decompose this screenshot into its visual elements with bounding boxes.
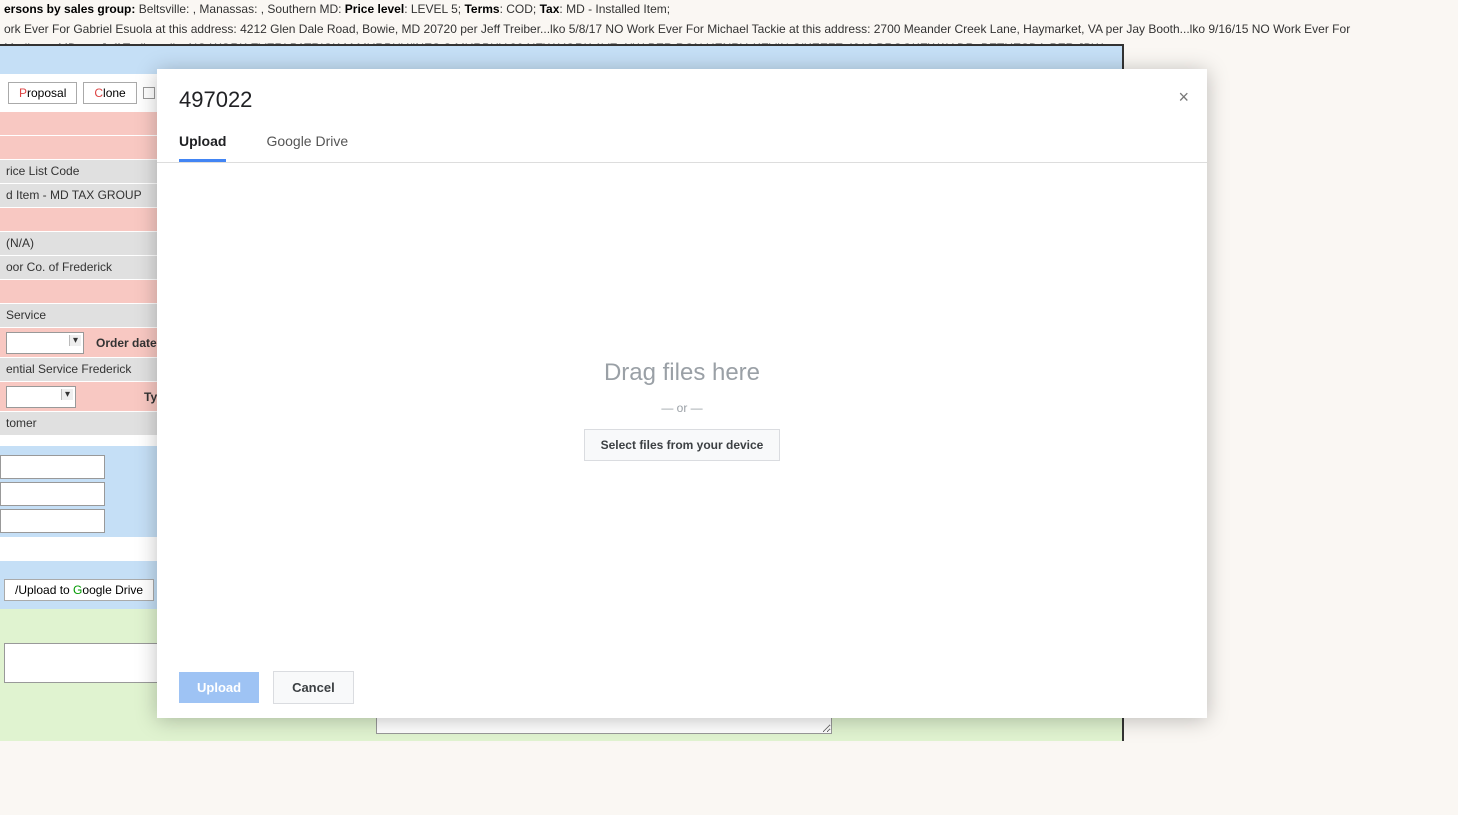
- upload-modal: 497022 × Upload Google Drive Drag files …: [157, 69, 1207, 718]
- or-separator: — or —: [661, 401, 702, 415]
- close-icon[interactable]: ×: [1178, 87, 1189, 108]
- select-files-button[interactable]: Select files from your device: [584, 429, 781, 461]
- modal-title: 497022: [179, 87, 1185, 113]
- tab-upload[interactable]: Upload: [179, 133, 226, 162]
- cancel-button[interactable]: Cancel: [273, 671, 354, 704]
- drag-files-text: Drag files here: [604, 359, 760, 387]
- tab-google-drive[interactable]: Google Drive: [266, 133, 348, 162]
- upload-button[interactable]: Upload: [179, 672, 259, 703]
- drop-zone[interactable]: Drag files here — or — Select files from…: [157, 163, 1207, 657]
